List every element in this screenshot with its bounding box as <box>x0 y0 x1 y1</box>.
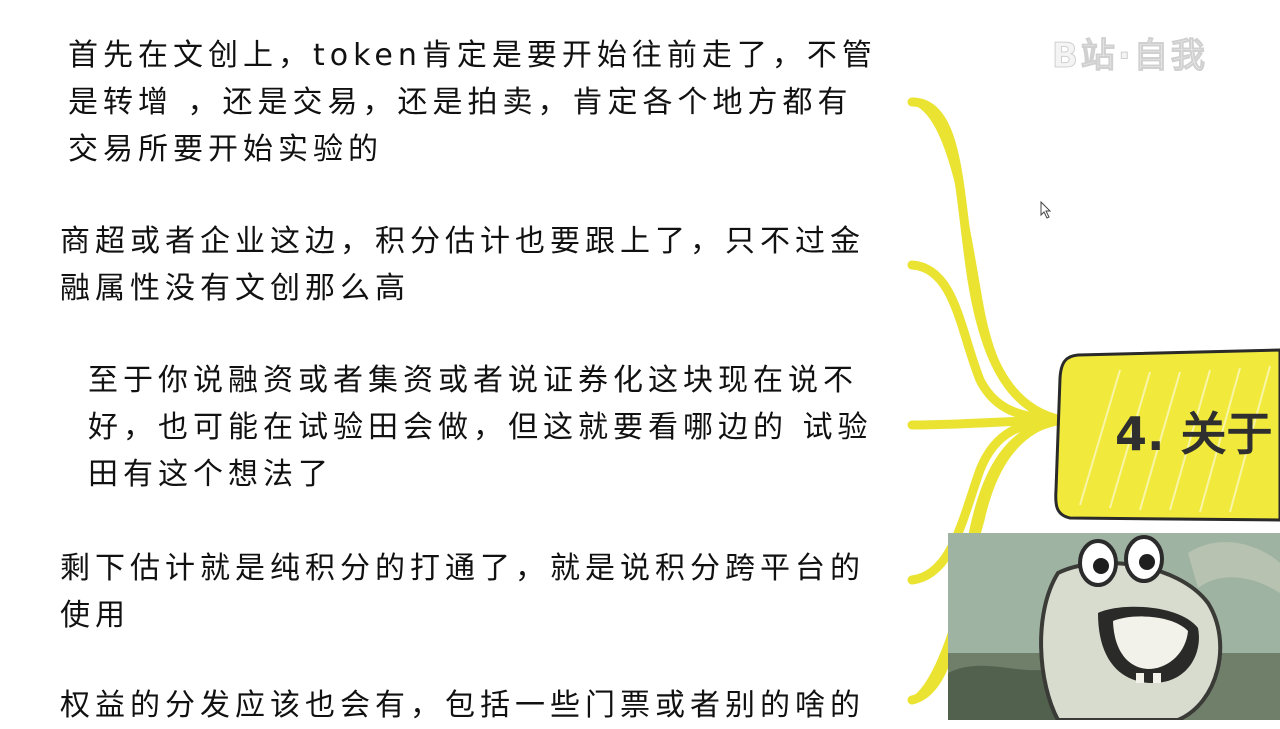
branch-3-line-1: 至于你说融资或者集资或者说证券化这块现在说不 <box>88 363 858 398</box>
connector-1b <box>909 99 1065 423</box>
branch-4-line-1: 剩下估计就是纯积分的打通了，就是说积分跨平台的 <box>60 551 865 586</box>
mouse-cursor-icon <box>1040 201 1052 219</box>
branch-1-line-2: 是转增 ，还是交易，还是拍卖，肯定各个地方都有 <box>68 85 853 120</box>
branch-4-line-2: 使用 <box>60 598 130 633</box>
branch-text-5: 权益的分发应该也会有，包括一些门票或者别的啥的 <box>60 682 865 729</box>
connector-1 <box>907 97 1067 425</box>
branch-text-3: 至于你说融资或者集资或者说证券化这块现在说不 好，也可能在试验田会做，但这就要看… <box>88 357 873 498</box>
branch-1-line-3: 交易所要开始实验的 <box>68 132 383 167</box>
branch-text-4: 剩下估计就是纯积分的打通了，就是说积分跨平台的 使用 <box>60 545 865 639</box>
branch-text-1: 首先在文创上，token肯定是要开始往前走了，不管 是转增 ，还是交易，还是拍卖… <box>68 32 877 173</box>
branch-3-line-2: 好，也可能在试验田会做，但这就要看哪边的 试验 <box>88 410 873 445</box>
branch-1-line-1: 首先在文创上，token肯定是要开始往前走了，不管 <box>68 38 877 73</box>
branch-3-line-3: 田有这个想法了 <box>88 457 333 492</box>
video-inset <box>948 533 1280 720</box>
mascot-image <box>948 533 1280 720</box>
branch-2-line-2: 融属性没有文创那么高 <box>60 271 410 306</box>
branch-2-line-1: 商超或者企业这边，积分估计也要跟上了，只不过金 <box>60 224 865 259</box>
branch-text-2: 商超或者企业这边，积分估计也要跟上了，只不过金 融属性没有文创那么高 <box>60 218 865 312</box>
branch-5-line-1: 权益的分发应该也会有，包括一些门票或者别的啥的 <box>60 688 865 723</box>
central-node-label[interactable]: 4. 关于 <box>1115 398 1273 464</box>
